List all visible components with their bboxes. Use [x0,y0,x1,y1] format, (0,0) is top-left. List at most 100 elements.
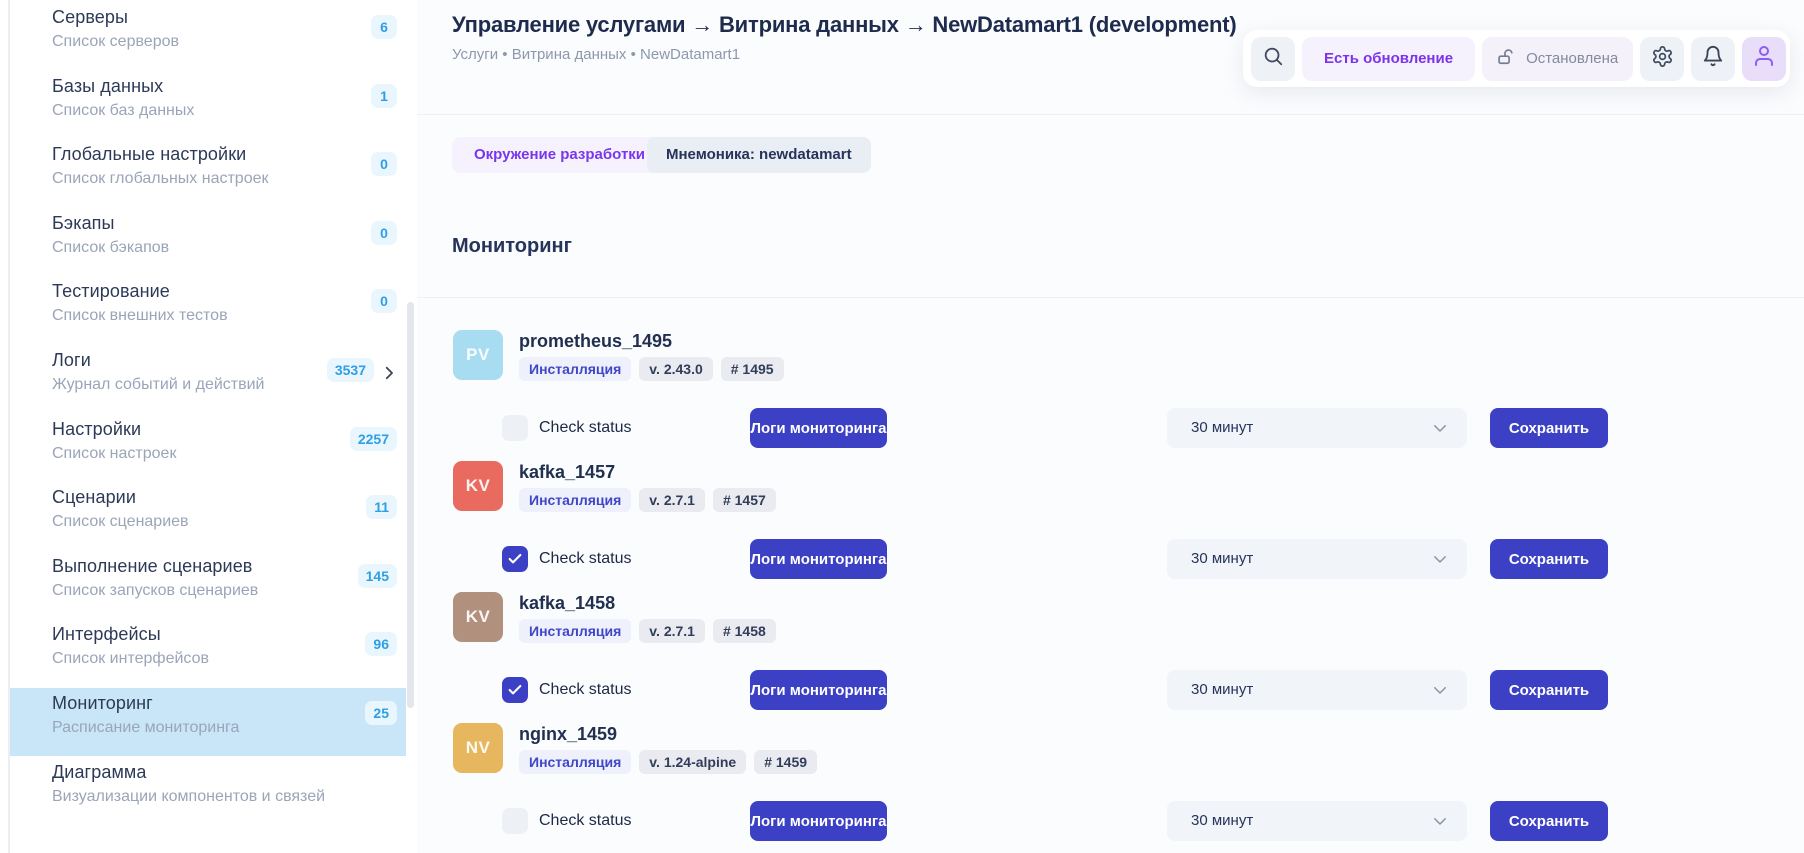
check-status-label: Check status [539,550,632,567]
sidebar-item-subtitle: Список сценариев [52,513,189,530]
number-chip: # 1458 [712,619,776,643]
checkmark-icon [508,684,522,695]
avatar: NV [453,723,503,773]
monitoring-logs-button[interactable]: Логи мониторинга [750,408,887,448]
header-divider [417,114,1804,115]
sidebar-item-backups[interactable]: Бэкапы Список бэкапов 0 [10,208,406,276]
environment-tag: Окружение разработки [452,137,668,173]
monitor-name: kafka_1458 [519,593,616,613]
monitor-controls: Check status Логи мониторинга 30 минут С… [417,408,1804,448]
monitoring-logs-button[interactable]: Логи мониторинга [750,801,887,841]
sidebar-item-monitoring[interactable]: Мониторинг Расписание мониторинга 25 [10,688,406,756]
monitoring-logs-button[interactable]: Логи мониторинга [750,539,887,579]
sidebar-item-diagram[interactable]: Диаграмма Визуализации компонентов и свя… [10,757,406,825]
interval-select[interactable]: 30 минут [1167,801,1467,841]
save-button[interactable]: Сохранить [1490,801,1608,841]
check-status-checkbox[interactable] [502,677,528,703]
monitor-row: KV kafka_1457 Инсталляция v. 2.7.1 # 145… [417,461,1804,592]
monitor-chips: Инсталляция v. 2.43.0 # 1495 [519,357,784,381]
sidebar-item-subtitle: Список интерфейсов [52,650,209,667]
save-button[interactable]: Сохранить [1490,539,1608,579]
number-chip: # 1457 [712,488,776,512]
search-button[interactable] [1251,36,1295,81]
sidebar-item-subtitle: Расписание мониторинга [52,719,240,736]
monitor-controls: Check status Логи мониторинга 30 минут С… [417,670,1804,710]
sidebar-item-settings[interactable]: Настройки Список настроек 2257 [10,414,406,482]
monitor-row: NV nginx_1459 Инсталляция v. 1.24-alpine… [417,723,1804,853]
avatar: KV [453,461,503,511]
chevron-down-icon [1431,550,1449,573]
status-chip: Инсталляция [519,750,632,774]
interval-select[interactable]: 30 минут [1167,539,1467,579]
sidebar-item-title: Серверы [52,7,129,27]
check-status-checkbox[interactable] [502,546,528,572]
count-badge: 11 [366,495,397,519]
monitor-row: KV kafka_1458 Инсталляция v. 2.7.1 # 145… [417,592,1804,723]
lock-open-icon [1497,47,1517,71]
check-status-checkbox[interactable] [502,415,528,441]
update-available-button[interactable]: Есть обновление [1302,36,1476,81]
interval-value: 30 минут [1191,681,1254,698]
monitor-name: nginx_1459 [519,724,618,744]
sidebar-item-servers[interactable]: Серверы Список серверов 6 [10,2,406,70]
section-title: Мониторинг [452,235,572,257]
header-toolbar: Есть обновление Остановлена [1243,30,1790,87]
sidebar-item-subtitle: Список запусков сценариев [52,582,259,599]
sidebar-item-logs[interactable]: Логи Журнал событий и действий 3537 [10,345,406,413]
sidebar-item-scenario-runs[interactable]: Выполнение сценариев Список запусков сце… [10,551,406,619]
number-chip: # 1459 [754,750,818,774]
save-button[interactable]: Сохранить [1490,408,1608,448]
check-status-checkbox[interactable] [502,808,528,834]
version-chip: v. 2.7.1 [639,488,705,512]
notifications-button[interactable] [1691,36,1736,81]
sidebar-item-title: Настройки [52,419,142,439]
sidebar-item-subtitle: Список настроек [52,445,177,462]
version-chip: v. 2.43.0 [639,357,713,381]
count-badge: 0 [371,289,397,313]
sidebar-item-subtitle: Журнал событий и действий [52,376,265,393]
sidebar-item-databases[interactable]: Базы данных Список баз данных 1 [10,71,406,139]
chevron-right-icon [380,364,398,382]
sidebar-item-title: Диаграмма [52,762,147,782]
settings-button[interactable] [1640,36,1685,81]
version-chip: v. 1.24-alpine [639,750,747,774]
version-chip: v. 2.7.1 [639,619,705,643]
page-title: Управление услугами → Витрина данных → N… [452,12,1237,37]
section-divider [417,297,1804,298]
sidebar-scrollbar-thumb[interactable] [407,302,414,708]
profile-button[interactable] [1742,36,1787,81]
gear-icon [1651,45,1674,73]
bell-icon [1702,45,1724,72]
service-status-badge[interactable]: Остановлена [1482,36,1634,81]
number-chip: # 1495 [720,357,784,381]
count-badge: 3537 [326,358,374,382]
interval-value: 30 минут [1191,812,1254,829]
interval-select[interactable]: 30 минут [1167,670,1467,710]
breadcrumb: Услуги • Витрина данных • NewDatamart1 [452,46,741,63]
checkmark-icon [508,553,522,564]
sidebar-item-testing[interactable]: Тестирование Список внешних тестов 0 [10,276,406,344]
sidebar-item-subtitle: Список глобальных настроек [52,170,269,187]
monitor-name: kafka_1457 [519,462,616,482]
monitor-chips: Инсталляция v. 2.7.1 # 1457 [519,488,776,512]
interval-value: 30 минут [1191,550,1254,567]
sidebar-item-global-settings[interactable]: Глобальные настройки Список глобальных н… [10,139,406,207]
app-window: Серверы Список серверов 6 Базы данных Сп… [0,0,1804,853]
sidebar-item-subtitle: Список внешних тестов [52,307,228,324]
sidebar-item-title: Сценарии [52,487,136,507]
monitoring-logs-button[interactable]: Логи мониторинга [750,670,887,710]
monitor-controls: Check status Логи мониторинга 30 минут С… [417,801,1804,841]
sidebar-item-subtitle: Визуализации компонентов и связей [52,788,326,805]
save-button[interactable]: Сохранить [1490,670,1608,710]
monitor-row: PV prometheus_1495 Инсталляция v. 2.43.0… [417,330,1804,461]
sidebar-item-interfaces[interactable]: Интерфейсы Список интерфейсов 96 [10,619,406,687]
sidebar-item-scenarios[interactable]: Сценарии Список сценариев 11 [10,482,406,550]
interval-select[interactable]: 30 минут [1167,408,1467,448]
count-badge: 2257 [349,427,397,451]
check-status-label: Check status [539,419,632,436]
search-icon [1262,45,1284,72]
mnemonic-tag: Мнемоника: newdatamart [647,137,871,173]
avatar: PV [453,330,503,380]
sidebar-item-title: Тестирование [52,281,170,301]
count-badge: 25 [365,701,397,725]
